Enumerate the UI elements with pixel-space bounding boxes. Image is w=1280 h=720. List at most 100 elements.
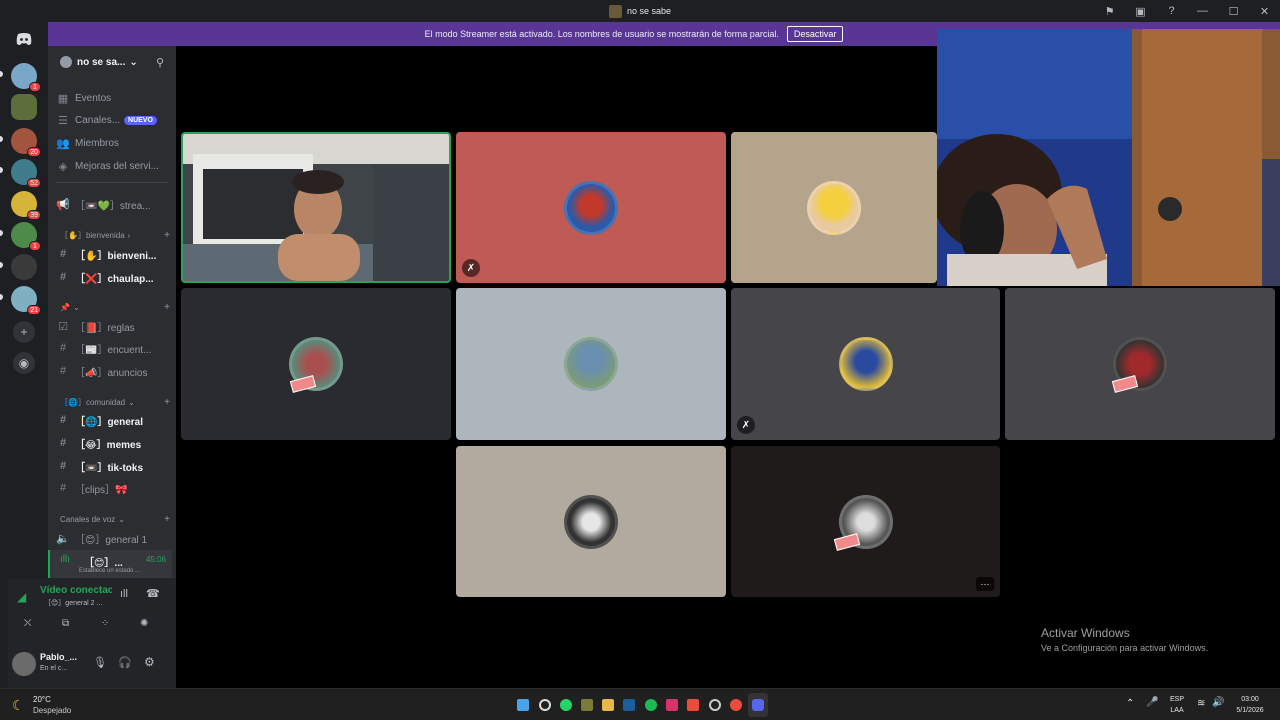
video-tile-user-4[interactable] — [181, 288, 451, 440]
channel-label: ［❌］chaulap... — [75, 273, 154, 285]
start-icon[interactable] — [517, 699, 529, 711]
app-icon[interactable] — [687, 699, 699, 711]
minecraft-icon[interactable] — [581, 699, 593, 711]
disable-streamer-button[interactable]: Desactivar — [786, 26, 844, 42]
file-explorer-icon[interactable] — [602, 699, 614, 711]
discover-icon[interactable]: ◉ — [13, 352, 35, 374]
screen-share-icon[interactable]: ⧉ — [62, 618, 69, 629]
hashtag-icon: # — [59, 248, 67, 260]
channel-tiktoks[interactable]: # ［📼］tik-toks — [56, 456, 172, 476]
members-item[interactable]: 👥 Miembros — [56, 133, 172, 153]
add-server-icon[interactable]: + — [13, 321, 35, 343]
activities-icon[interactable]: ⁘ — [101, 618, 109, 629]
search-icon[interactable] — [539, 699, 551, 711]
weather-temp[interactable]: 20°C — [33, 695, 51, 704]
server-icon-4[interactable]: 52 — [11, 159, 41, 188]
chevron-right-icon: › — [127, 231, 131, 240]
video-tile-user-6[interactable]: ✗ — [731, 288, 1000, 440]
mention-badge: 39 — [27, 210, 41, 220]
server-icon-1[interactable]: 1 — [11, 63, 41, 92]
discord-home-button[interactable] — [11, 26, 37, 52]
calendar-icon: ▦ — [57, 92, 69, 105]
category-community[interactable]: ［🌐］comunidad ⌄ + — [60, 397, 170, 408]
voice-channel-name[interactable]: ［😊］general 2 ... — [44, 598, 102, 608]
channel-surveys[interactable]: # ［📰］encuent... — [56, 338, 172, 358]
channel-chaulap[interactable]: # ［❌］chaulap... — [56, 267, 172, 287]
voice-channel-general-1[interactable]: 🔈 ［😊］general 1 — [56, 528, 172, 548]
chevron-up-icon[interactable]: ⌃ — [1126, 698, 1134, 709]
voice-channel-active[interactable]: ıllı ［😊］... 45:06 Establece un estado ..… — [48, 550, 172, 578]
whatsapp-icon[interactable] — [560, 699, 572, 711]
close-button[interactable]: ✕ — [1249, 5, 1280, 18]
wifi-icon[interactable]: ≋ — [1197, 698, 1205, 709]
server-header[interactable]: no se sa... ⌄ ⚲ — [48, 46, 176, 78]
category-welcome[interactable]: ［✋］bienvenida › + — [60, 230, 170, 241]
channel-welcome[interactable]: # ［✋］bienveni... — [56, 244, 172, 264]
disconnect-icon[interactable]: ☎ — [146, 587, 160, 600]
popout-camera-feed[interactable] — [937, 29, 1280, 286]
server-icon-5[interactable]: 39 — [11, 191, 41, 220]
language-indicator[interactable]: ESP LAA — [1170, 694, 1184, 716]
spotify-icon[interactable] — [645, 699, 657, 711]
add-channel-icon[interactable]: + — [164, 230, 170, 241]
discord-taskbar-active[interactable] — [748, 693, 768, 717]
channel-clips[interactable]: # ［clips］🎀 — [56, 478, 172, 498]
video-tile-speaking[interactable] — [181, 132, 451, 283]
server-icon-2[interactable] — [11, 94, 37, 120]
add-channel-icon[interactable]: + — [164, 302, 170, 313]
channel-memes[interactable]: # ［😂］memes — [56, 433, 172, 453]
settings-icon[interactable] — [709, 699, 721, 711]
boosts-item[interactable]: ◈ Mejoras del servi... — [56, 156, 172, 176]
channel-announcements[interactable]: # ［📣］anuncios — [56, 361, 172, 381]
maximize-button[interactable]: ☐ — [1218, 5, 1249, 18]
server-icon-6[interactable]: 1 — [11, 222, 41, 251]
screen-share-icon[interactable]: ▣ — [1125, 5, 1156, 18]
video-tile-user-5[interactable] — [456, 288, 726, 440]
chrome-icon[interactable] — [730, 699, 742, 711]
events-item[interactable]: ▦ Eventos — [56, 88, 172, 108]
channel-stream[interactable]: 📢 ［📼💚］strea... — [56, 194, 172, 214]
channel-label: ［😊］general 1 — [75, 534, 148, 546]
add-channel-icon[interactable]: + — [164, 514, 170, 525]
hashtag-icon: # — [59, 437, 67, 449]
server-icon-3[interactable]: 20 — [11, 128, 41, 157]
avatar — [564, 494, 618, 549]
server-icon-7[interactable] — [11, 254, 37, 280]
weather-desc[interactable]: Despejado — [33, 706, 71, 715]
camera-off-icon[interactable]: ⛌ — [24, 618, 31, 629]
video-tile-user-2[interactable]: ✗ — [456, 132, 726, 283]
volume-icon[interactable]: 🔊 — [1212, 697, 1224, 708]
channel-general[interactable]: # ［🌐］general — [56, 410, 172, 430]
clock[interactable]: 03:00 5/1/2026 — [1232, 694, 1268, 716]
weather-moon-icon[interactable]: ☾ — [12, 697, 25, 714]
invite-user-icon[interactable]: ⚲ — [156, 56, 164, 69]
channels-item[interactable]: ☰ Canales... NUEVO — [56, 110, 172, 130]
inbox-icon[interactable]: ⚑ — [1094, 5, 1125, 18]
help-icon[interactable]: ? — [1156, 5, 1187, 17]
video-tile-user-8[interactable] — [456, 446, 726, 597]
instagram-icon[interactable] — [666, 699, 678, 711]
category-pinned[interactable]: 📌 ⌄ + — [60, 302, 170, 313]
category-voice[interactable]: Canales de voz ⌄ + — [60, 514, 170, 525]
gear-icon[interactable]: ⚙ — [144, 655, 155, 669]
soundboard-icon[interactable]: ✺ — [140, 618, 148, 629]
video-tile-user-7[interactable] — [1005, 288, 1275, 440]
avatar[interactable] — [12, 652, 36, 676]
headphones-icon[interactable]: 🎧 — [118, 656, 132, 669]
minimize-button[interactable]: — — [1187, 5, 1218, 17]
server-icon-8[interactable]: 21 — [11, 286, 41, 315]
video-tile-user-3[interactable] — [731, 132, 937, 283]
more-options-icon[interactable]: ··· — [976, 577, 994, 591]
noise-suppression-icon[interactable]: ıll — [120, 588, 128, 600]
add-channel-icon[interactable]: + — [164, 397, 170, 408]
user-status: En el c... — [40, 665, 68, 672]
channel-rules[interactable]: ☑ ［📕］reglas — [56, 316, 172, 336]
video-tile-user-9[interactable]: ··· — [731, 446, 1000, 597]
voice-status-label[interactable]: Vídeo conectac — [40, 585, 112, 596]
steam-icon[interactable] — [623, 699, 635, 711]
mic-tray-icon[interactable]: 🎤 — [1146, 697, 1158, 708]
microphone-icon[interactable]: 🎙 — [93, 656, 107, 669]
channel-label: ［📕］reglas — [75, 322, 135, 334]
mention-badge: 52 — [27, 178, 41, 188]
hashtag-icon: # — [59, 414, 67, 426]
